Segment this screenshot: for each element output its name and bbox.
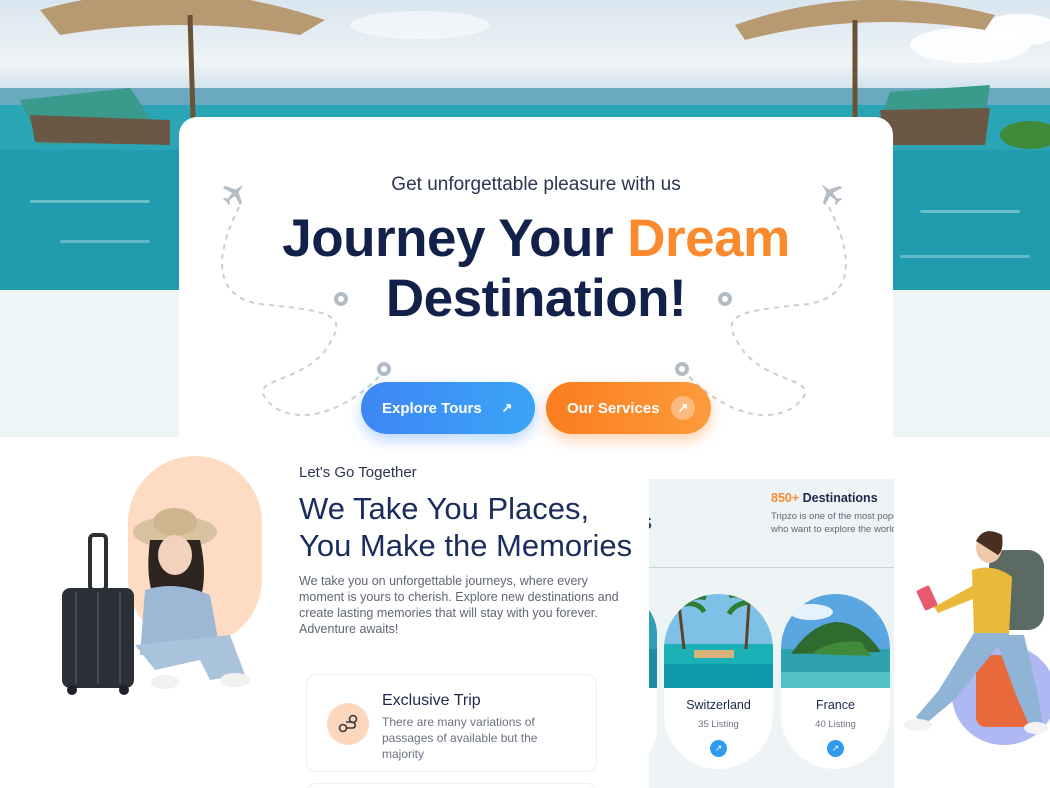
- hero-title-part: Journey Your: [282, 209, 628, 268]
- destinations-panel: s 850+ Destinations Tripzo is one of the…: [649, 479, 894, 788]
- section-title-line2: You Make the Memories: [299, 528, 633, 563]
- section-tagline: Let's Go Together: [299, 464, 417, 481]
- our-services-button[interactable]: Our Services ↗: [546, 382, 711, 434]
- destination-listing-count: 40 Listing: [815, 719, 856, 730]
- section-title: We Take You Places, You Make the Memorie…: [299, 490, 659, 564]
- destinations-count-label: Destinations: [799, 491, 878, 505]
- arrow-up-right-icon[interactable]: ↗: [827, 740, 844, 757]
- traveler-woman-image: [62, 508, 250, 695]
- hero-title-line2: Destination!: [385, 269, 687, 328]
- arrow-up-right-icon: ↗: [501, 400, 513, 415]
- divider: [649, 567, 894, 568]
- destination-card-switzerland[interactable]: Switzerland 35 Listing ↗: [664, 594, 773, 769]
- our-services-label: Our Services: [567, 399, 660, 417]
- arrow-up-right-icon[interactable]: ↗: [710, 740, 727, 757]
- backpacker-woman-image: [904, 531, 1050, 745]
- explore-tours-button[interactable]: Explore Tours ↗: [361, 382, 535, 434]
- route-icon: [327, 703, 369, 745]
- destination-image: [664, 594, 773, 688]
- feature-title: Exclusive Trip: [382, 692, 481, 709]
- destination-card-france[interactable]: France 40 Listing ↗: [781, 594, 890, 769]
- destinations-count: 850+ Destinations: [771, 491, 878, 505]
- destination-card-partial[interactable]: [649, 594, 657, 769]
- destinations-description: Tripzo is one of the most popu who want …: [771, 510, 894, 536]
- destinations-description-line: Tripzo is one of the most popu: [771, 511, 894, 522]
- destination-image: [781, 594, 890, 688]
- feature-card-partial: [306, 783, 597, 788]
- destinations-heading-cut: s: [649, 509, 652, 535]
- destination-listing-count: 35 Listing: [698, 719, 739, 730]
- section-description: We take you on unforgettable journeys, w…: [299, 574, 619, 636]
- section-title-line1: We Take You Places,: [299, 491, 590, 526]
- hero-subtitle: Get unforgettable pleasure with us: [391, 174, 681, 195]
- arrow-up-right-icon: ↗: [671, 396, 695, 420]
- destination-name: France: [816, 698, 855, 712]
- hero-title: Journey Your Dream Destination!: [179, 209, 893, 329]
- destinations-description-line: who want to explore the world: [771, 524, 894, 535]
- feature-description: There are many variations of passages of…: [382, 715, 538, 761]
- destinations-count-number: 850+: [771, 491, 800, 505]
- explore-tours-label: Explore Tours: [382, 399, 482, 417]
- hero-card: Get unforgettable pleasure with us Journ…: [179, 117, 893, 447]
- hero-title-accent: Dream: [627, 209, 790, 268]
- feature-card-exclusive-trip: Exclusive Trip There are many variations…: [306, 674, 597, 772]
- destination-name: Switzerland: [686, 698, 751, 712]
